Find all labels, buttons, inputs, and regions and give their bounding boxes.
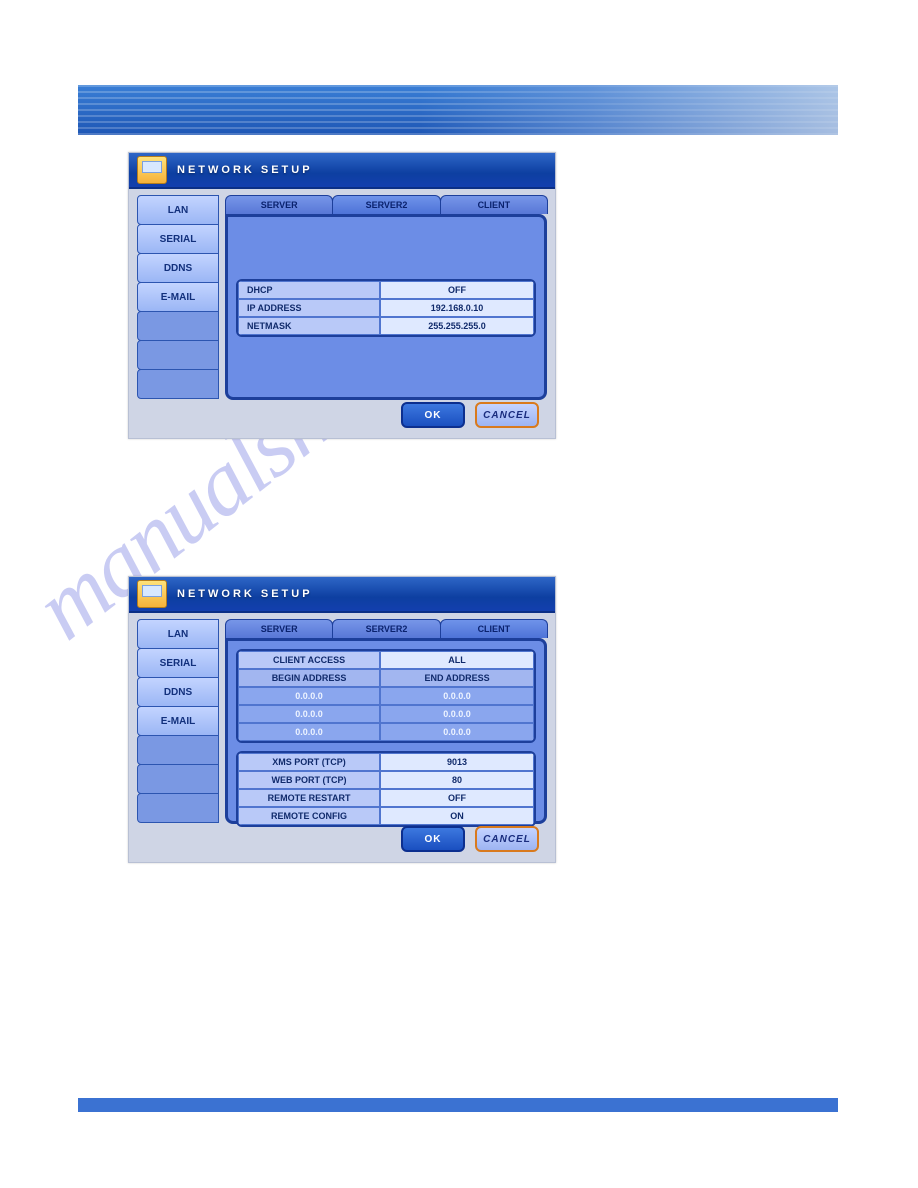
value-client-access[interactable]: ALL bbox=[380, 651, 534, 669]
sidebar-item-empty bbox=[137, 735, 219, 765]
network-setup-dialog-server2: NETWORK SETUP LAN SERIAL DDNS E-MAIL SER… bbox=[128, 152, 556, 439]
tab-server2[interactable]: SERVER2 bbox=[332, 195, 440, 214]
label-remote-restart: REMOTE RESTART bbox=[238, 789, 380, 807]
sidebar: LAN SERIAL DDNS E-MAIL bbox=[137, 619, 219, 831]
row-client-access: CLIENT ACCESS ALL bbox=[238, 651, 534, 669]
ok-button[interactable]: OK bbox=[401, 826, 465, 852]
sidebar-item-serial[interactable]: SERIAL bbox=[137, 224, 219, 254]
label-client-access: CLIENT ACCESS bbox=[238, 651, 380, 669]
end-addr-2[interactable]: 0.0.0.0 bbox=[380, 723, 534, 741]
tab-server2[interactable]: SERVER2 bbox=[332, 619, 440, 638]
client-access-table: CLIENT ACCESS ALL BEGIN ADDRESS END ADDR… bbox=[236, 649, 536, 743]
dialog-title-bar: NETWORK SETUP bbox=[129, 153, 555, 189]
cancel-button[interactable]: CANCEL bbox=[475, 826, 539, 852]
label-remote-config: REMOTE CONFIG bbox=[238, 807, 380, 825]
sidebar-item-lan[interactable]: LAN bbox=[137, 619, 219, 649]
sidebar: LAN SERIAL DDNS E-MAIL bbox=[137, 195, 219, 407]
network-setup-dialog-client: NETWORK SETUP LAN SERIAL DDNS E-MAIL SER… bbox=[128, 576, 556, 863]
dialog-title-text: NETWORK SETUP bbox=[177, 588, 313, 600]
row-ip-address: IP ADDRESS 192.168.0.10 bbox=[238, 299, 534, 317]
row-xms-port: XMS PORT (TCP) 9013 bbox=[238, 753, 534, 771]
sidebar-item-empty bbox=[137, 793, 219, 823]
row-addr-header: BEGIN ADDRESS END ADDRESS bbox=[238, 669, 534, 687]
computer-icon bbox=[137, 580, 167, 608]
begin-addr-2[interactable]: 0.0.0.0 bbox=[238, 723, 380, 741]
row-web-port: WEB PORT (TCP) 80 bbox=[238, 771, 534, 789]
label-web-port: WEB PORT (TCP) bbox=[238, 771, 380, 789]
col-begin-address: BEGIN ADDRESS bbox=[238, 669, 380, 687]
tab-client[interactable]: CLIENT bbox=[440, 195, 548, 214]
dialog-title-text: NETWORK SETUP bbox=[177, 164, 313, 176]
tab-panel-client: CLIENT ACCESS ALL BEGIN ADDRESS END ADDR… bbox=[225, 638, 547, 824]
page-footer-bar bbox=[78, 1098, 838, 1112]
sidebar-item-empty bbox=[137, 340, 219, 370]
row-dhcp: DHCP OFF bbox=[238, 281, 534, 299]
value-ip-address[interactable]: 192.168.0.10 bbox=[380, 299, 534, 317]
page-banner bbox=[78, 85, 838, 135]
ok-button[interactable]: OK bbox=[401, 402, 465, 428]
col-end-address: END ADDRESS bbox=[380, 669, 534, 687]
row-remote-restart: REMOTE RESTART OFF bbox=[238, 789, 534, 807]
sidebar-item-email[interactable]: E-MAIL bbox=[137, 706, 219, 736]
tab-bar: SERVER SERVER2 CLIENT bbox=[225, 619, 547, 638]
sidebar-item-empty bbox=[137, 311, 219, 341]
addr-row-2: 0.0.0.0 0.0.0.0 bbox=[238, 723, 534, 741]
sidebar-item-serial[interactable]: SERIAL bbox=[137, 648, 219, 678]
value-netmask[interactable]: 255.255.255.0 bbox=[380, 317, 534, 335]
label-netmask: NETMASK bbox=[238, 317, 380, 335]
value-dhcp[interactable]: OFF bbox=[380, 281, 534, 299]
button-bar: OK CANCEL bbox=[401, 826, 539, 852]
value-remote-config[interactable]: ON bbox=[380, 807, 534, 825]
addr-row-1: 0.0.0.0 0.0.0.0 bbox=[238, 705, 534, 723]
end-addr-0[interactable]: 0.0.0.0 bbox=[380, 687, 534, 705]
tab-bar: SERVER SERVER2 CLIENT bbox=[225, 195, 547, 214]
sidebar-item-ddns[interactable]: DDNS bbox=[137, 677, 219, 707]
tab-client[interactable]: CLIENT bbox=[440, 619, 548, 638]
label-dhcp: DHCP bbox=[238, 281, 380, 299]
value-web-port[interactable]: 80 bbox=[380, 771, 534, 789]
button-bar: OK CANCEL bbox=[401, 402, 539, 428]
server2-settings-table: DHCP OFF IP ADDRESS 192.168.0.10 NETMASK… bbox=[236, 279, 536, 337]
sidebar-item-empty bbox=[137, 764, 219, 794]
sidebar-item-ddns[interactable]: DDNS bbox=[137, 253, 219, 283]
cancel-button[interactable]: CANCEL bbox=[475, 402, 539, 428]
client-settings-table: XMS PORT (TCP) 9013 WEB PORT (TCP) 80 RE… bbox=[236, 751, 536, 827]
tab-server[interactable]: SERVER bbox=[225, 619, 333, 638]
label-ip-address: IP ADDRESS bbox=[238, 299, 380, 317]
end-addr-1[interactable]: 0.0.0.0 bbox=[380, 705, 534, 723]
computer-icon bbox=[137, 156, 167, 184]
label-xms-port: XMS PORT (TCP) bbox=[238, 753, 380, 771]
row-netmask: NETMASK 255.255.255.0 bbox=[238, 317, 534, 335]
begin-addr-0[interactable]: 0.0.0.0 bbox=[238, 687, 380, 705]
begin-addr-1[interactable]: 0.0.0.0 bbox=[238, 705, 380, 723]
value-xms-port[interactable]: 9013 bbox=[380, 753, 534, 771]
value-remote-restart[interactable]: OFF bbox=[380, 789, 534, 807]
row-remote-config: REMOTE CONFIG ON bbox=[238, 807, 534, 825]
addr-row-0: 0.0.0.0 0.0.0.0 bbox=[238, 687, 534, 705]
sidebar-item-email[interactable]: E-MAIL bbox=[137, 282, 219, 312]
sidebar-item-lan[interactable]: LAN bbox=[137, 195, 219, 225]
tab-panel-server2: DHCP OFF IP ADDRESS 192.168.0.10 NETMASK… bbox=[225, 214, 547, 400]
sidebar-item-empty bbox=[137, 369, 219, 399]
dialog-title-bar: NETWORK SETUP bbox=[129, 577, 555, 613]
tab-server[interactable]: SERVER bbox=[225, 195, 333, 214]
